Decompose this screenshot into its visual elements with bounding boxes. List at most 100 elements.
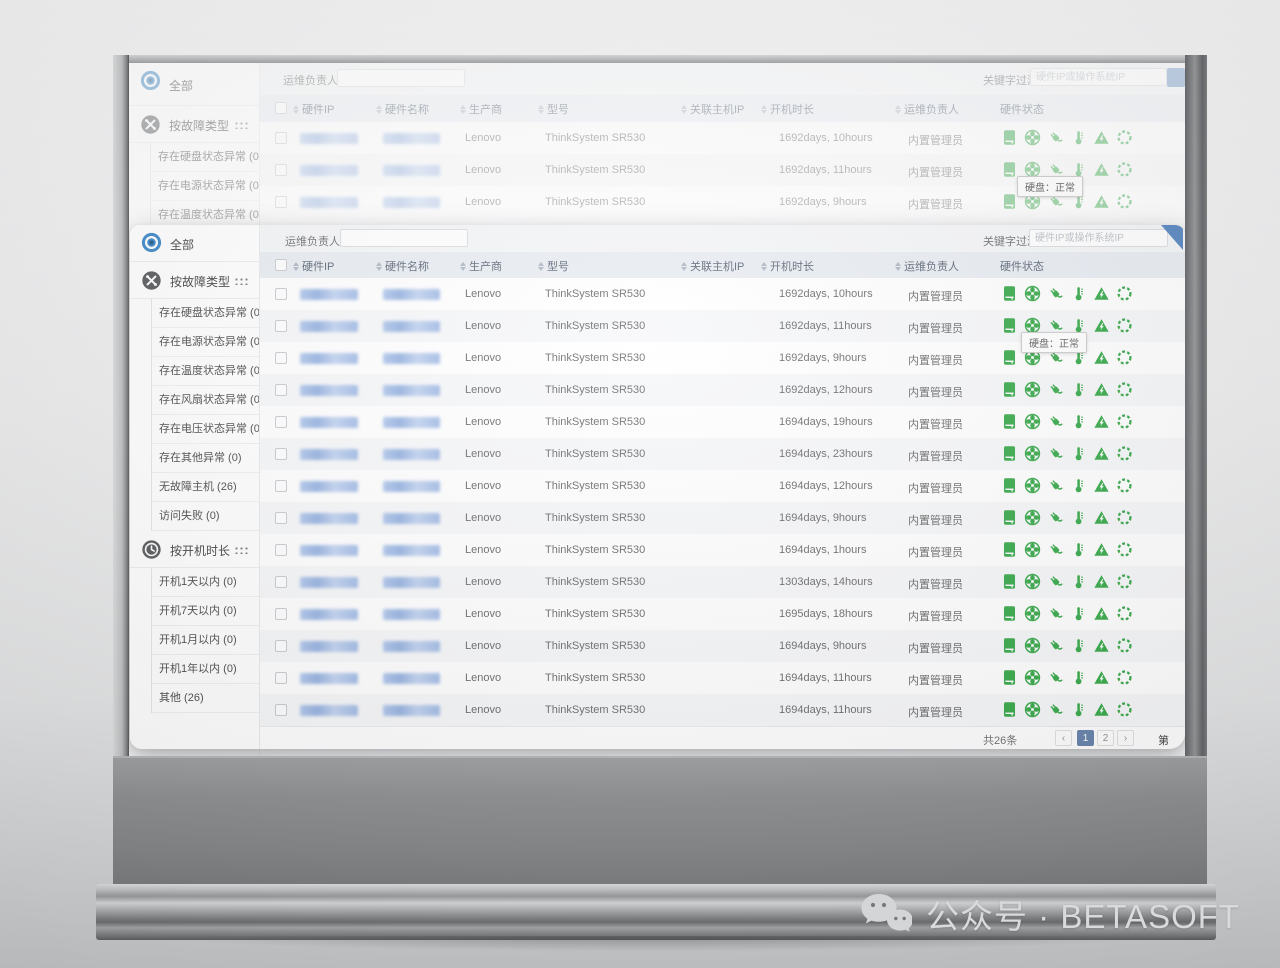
disk-icon[interactable]	[1001, 509, 1018, 526]
column-header-6[interactable]: 开机时长	[761, 258, 814, 274]
row-checkbox[interactable]	[275, 320, 287, 332]
temperature-icon[interactable]	[1070, 637, 1087, 654]
cycle-icon[interactable]	[1116, 285, 1133, 302]
redacted-hardware-ip[interactable]	[300, 449, 358, 460]
cycle-icon[interactable]	[1116, 413, 1133, 430]
cycle-icon[interactable]	[1116, 509, 1133, 526]
voltage-icon[interactable]	[1093, 605, 1110, 622]
redacted-hardware-name[interactable]	[383, 545, 440, 556]
disk-icon[interactable]	[1001, 637, 1018, 654]
cycle-icon[interactable]	[1116, 381, 1133, 398]
temperature-icon[interactable]	[1070, 477, 1087, 494]
cycle-icon[interactable]	[1116, 637, 1133, 654]
voltage-icon[interactable]	[1093, 509, 1110, 526]
fan-icon[interactable]	[1024, 413, 1041, 430]
select-all-checkbox[interactable]	[275, 259, 287, 271]
table-row[interactable]: LenovoThinkSystem SR5301694days, 1hours内…	[260, 534, 1185, 567]
sidebar-item[interactable]: 开机1天以内 (0)	[152, 568, 259, 597]
fan-icon[interactable]	[1024, 445, 1041, 462]
redacted-hardware-name[interactable]	[383, 417, 440, 428]
disk-icon[interactable]	[1001, 669, 1018, 686]
table-row[interactable]: LenovoThinkSystem SR5301694days, 11hours…	[260, 694, 1185, 726]
redacted-hardware-ip[interactable]	[300, 545, 358, 556]
fan-icon[interactable]	[1024, 701, 1041, 718]
cycle-icon[interactable]	[1116, 445, 1133, 462]
power-icon[interactable]	[1047, 477, 1064, 494]
row-checkbox[interactable]	[275, 704, 287, 716]
sidebar-item[interactable]: 存在电压状态异常 (0)	[152, 415, 259, 444]
sidebar-item-all[interactable]: 全部	[130, 225, 259, 262]
fan-icon[interactable]	[1024, 541, 1041, 558]
voltage-icon[interactable]	[1093, 317, 1110, 334]
table-row[interactable]: LenovoThinkSystem SR5301303days, 14hours…	[260, 566, 1185, 599]
voltage-icon[interactable]	[1093, 445, 1110, 462]
redacted-hardware-name[interactable]	[383, 609, 440, 620]
row-checkbox[interactable]	[275, 352, 287, 364]
disk-icon[interactable]	[1001, 317, 1018, 334]
column-header-7[interactable]: 运维负责人	[895, 258, 959, 274]
row-checkbox[interactable]	[275, 384, 287, 396]
sidebar-item[interactable]: 无故障主机 (26)	[152, 473, 259, 502]
power-icon[interactable]	[1047, 509, 1064, 526]
row-checkbox[interactable]	[275, 640, 287, 652]
next-page-button[interactable]: ›	[1117, 730, 1134, 746]
power-icon[interactable]	[1047, 637, 1064, 654]
disk-icon[interactable]	[1001, 285, 1018, 302]
temperature-icon[interactable]	[1070, 669, 1087, 686]
redacted-hardware-ip[interactable]	[300, 641, 358, 652]
page-button-2[interactable]: 2	[1097, 730, 1114, 746]
temperature-icon[interactable]	[1070, 413, 1087, 430]
table-row[interactable]: LenovoThinkSystem SR5301692days, 12hours…	[260, 374, 1185, 407]
voltage-icon[interactable]	[1093, 573, 1110, 590]
redacted-hardware-ip[interactable]	[300, 289, 358, 300]
sidebar-item[interactable]: 存在硬盘状态异常 (0)	[152, 299, 259, 328]
sidebar-item[interactable]: 开机1月以内 (0)	[152, 626, 259, 655]
table-row[interactable]: LenovoThinkSystem SR5301694days, 9hours内…	[260, 630, 1185, 663]
keyword-input[interactable]	[1029, 229, 1168, 247]
table-row[interactable]: LenovoThinkSystem SR5301694days, 12hours…	[260, 470, 1185, 503]
redacted-hardware-name[interactable]	[383, 513, 440, 524]
power-icon[interactable]	[1047, 445, 1064, 462]
fan-icon[interactable]	[1024, 573, 1041, 590]
cycle-icon[interactable]	[1116, 669, 1133, 686]
table-row[interactable]: LenovoThinkSystem SR5301695days, 18hours…	[260, 598, 1185, 631]
voltage-icon[interactable]	[1093, 541, 1110, 558]
row-checkbox[interactable]	[275, 544, 287, 556]
cycle-icon[interactable]	[1116, 573, 1133, 590]
power-icon[interactable]	[1047, 381, 1064, 398]
voltage-icon[interactable]	[1093, 637, 1110, 654]
temperature-icon[interactable]	[1070, 605, 1087, 622]
row-checkbox[interactable]	[275, 672, 287, 684]
sidebar-item[interactable]: 存在电源状态异常 (0)	[152, 328, 259, 357]
voltage-icon[interactable]	[1093, 477, 1110, 494]
fan-icon[interactable]	[1024, 509, 1041, 526]
redacted-hardware-ip[interactable]	[300, 385, 358, 396]
disk-icon[interactable]	[1001, 541, 1018, 558]
disk-icon[interactable]	[1001, 701, 1018, 718]
temperature-icon[interactable]	[1070, 381, 1087, 398]
power-icon[interactable]	[1047, 701, 1064, 718]
column-header-3[interactable]: 生产商	[460, 258, 502, 274]
row-checkbox[interactable]	[275, 288, 287, 300]
temperature-icon[interactable]	[1070, 285, 1087, 302]
fan-icon[interactable]	[1024, 285, 1041, 302]
voltage-icon[interactable]	[1093, 285, 1110, 302]
cycle-icon[interactable]	[1116, 477, 1133, 494]
voltage-icon[interactable]	[1093, 381, 1110, 398]
temperature-icon[interactable]	[1070, 445, 1087, 462]
redacted-hardware-name[interactable]	[383, 577, 440, 588]
temperature-icon[interactable]	[1070, 541, 1087, 558]
temperature-icon[interactable]	[1070, 701, 1087, 718]
sidebar-item[interactable]: 存在其他异常 (0)	[152, 444, 259, 473]
column-header-5[interactable]: 关联主机IP	[681, 258, 744, 274]
row-checkbox[interactable]	[275, 512, 287, 524]
table-row[interactable]: LenovoThinkSystem SR5301694days, 23hours…	[260, 438, 1185, 471]
row-checkbox[interactable]	[275, 576, 287, 588]
temperature-icon[interactable]	[1070, 509, 1087, 526]
disk-icon[interactable]	[1001, 477, 1018, 494]
prev-page-button[interactable]: ‹	[1055, 730, 1072, 746]
redacted-hardware-name[interactable]	[383, 705, 440, 716]
page-button-1[interactable]: 1	[1077, 730, 1094, 746]
table-row[interactable]: LenovoThinkSystem SR5301694days, 11hours…	[260, 662, 1185, 695]
grid-dots-icon[interactable]	[234, 277, 248, 285]
